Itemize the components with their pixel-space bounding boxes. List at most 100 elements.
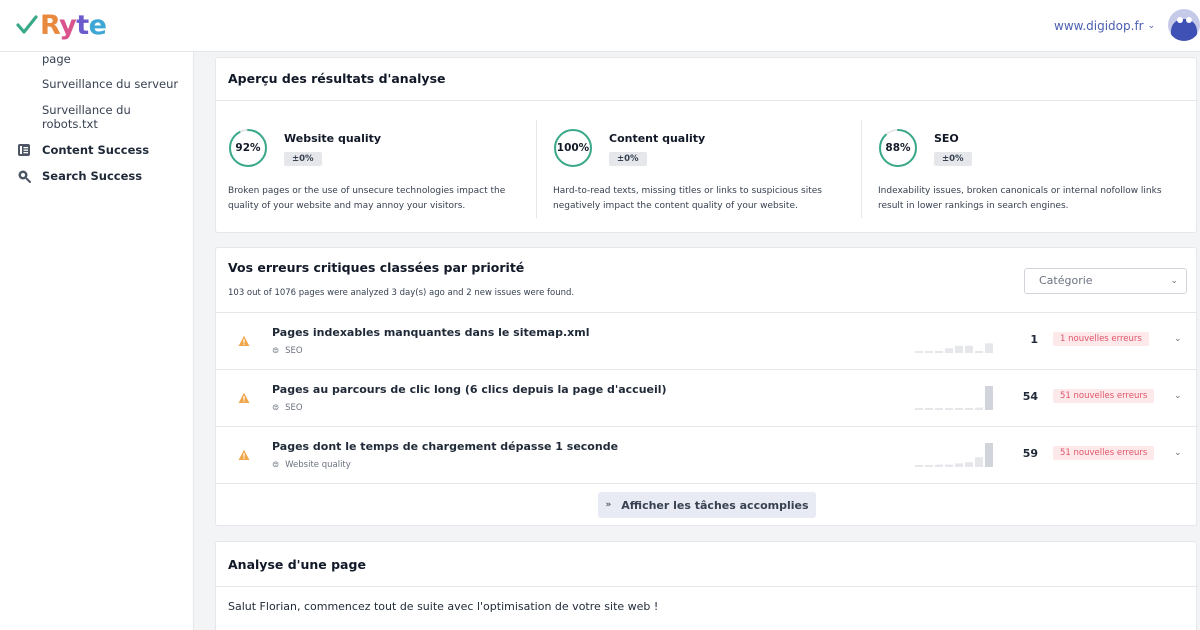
website-selector[interactable]: www.digidop.fr ⌄ [1054, 19, 1155, 33]
sparkline-bar [965, 408, 973, 410]
metric-name: Content quality [609, 132, 706, 145]
new-errors-badge: 51 nouvelles erreurs [1053, 446, 1155, 460]
tag-icon: ⊜ [272, 346, 280, 356]
sparkline-bar [965, 345, 973, 353]
sparkline-bar [935, 351, 943, 353]
card-title: Analyse d'une page [228, 557, 366, 572]
sparkline-bar [935, 408, 943, 410]
metric-value: 100% [556, 142, 590, 154]
metric-content-quality[interactable]: 100% Content quality ±0% Hard-to-read te… [541, 58, 866, 234]
top-bar: Ryte www.digidop.fr ⌄ [0, 0, 1200, 52]
sidebar-item-search-success[interactable]: Search Success [16, 168, 142, 184]
error-tag-label: SEO [285, 403, 303, 413]
content-icon [16, 142, 32, 158]
chevron-down-icon[interactable]: ⌄ [1174, 448, 1182, 458]
sparkline-bar [915, 408, 923, 410]
error-tag: ⊜ SEO [272, 346, 303, 356]
sparkline-bar [915, 465, 923, 467]
sparkline-bar [975, 457, 983, 467]
sparkline-bar [915, 351, 923, 353]
website-selector-label: www.digidop.fr [1054, 19, 1144, 33]
show-completed-tasks-label: Afficher les tâches accomplies [621, 498, 809, 512]
show-completed-tasks-button[interactable]: » Afficher les tâches accomplies [598, 492, 816, 518]
welcome-message: Salut Florian, commencez tout de suite a… [228, 600, 659, 613]
card-title: Vos erreurs critiques classées par prior… [228, 260, 525, 275]
metric-website-quality[interactable]: 92% Website quality ±0% Broken pages or … [216, 58, 541, 234]
sidebar: page Surveillance du serveur Surveillanc… [0, 52, 194, 630]
error-count: 54 [1022, 390, 1038, 403]
trend-sparkline [915, 386, 993, 410]
metric-seo[interactable]: 88% SEO ±0% Indexability issues, broken … [866, 58, 1191, 234]
sparkline-bar [965, 462, 973, 467]
analysis-summary-text: 103 out of 1076 pages were analyzed 3 da… [228, 288, 575, 298]
sparkline-bar [955, 408, 963, 410]
page-analysis-card: Analyse d'une page Salut Florian, commen… [215, 541, 1197, 630]
error-tag-label: Website quality [285, 460, 351, 470]
sidebar-item-content-success[interactable]: Content Success [16, 142, 149, 158]
metric-value: 88% [885, 142, 911, 154]
logo-wordmark: Ryte [40, 9, 107, 41]
sparkline-bar [945, 464, 953, 467]
chevron-down-icon: ⌄ [1170, 276, 1178, 286]
sparkline-bar [935, 464, 943, 467]
sidebar-item-server-monitoring[interactable]: Surveillance du serveur [42, 77, 178, 91]
sidebar-item-robots-monitoring[interactable]: Surveillance du robots.txt [42, 103, 152, 131]
error-tag: ⊜ Website quality [272, 460, 351, 470]
metric-value: 92% [235, 142, 261, 154]
sparkline-bar [985, 343, 993, 353]
sparkline-bar [945, 408, 953, 410]
sparkline-bar [925, 351, 933, 353]
warning-icon [238, 335, 250, 346]
metric-description: Indexability issues, broken canonicals o… [878, 186, 1162, 211]
tag-icon: ⊜ [272, 403, 280, 413]
error-title: Pages au parcours de clic long (6 clics … [272, 383, 667, 396]
user-avatar[interactable] [1168, 9, 1200, 41]
metric-delta-badge: ±0% [284, 152, 322, 166]
checkmark-logo-icon [16, 15, 38, 34]
sparkline-bar [985, 443, 993, 467]
warning-icon [238, 449, 250, 460]
metric-name: SEO [934, 132, 959, 145]
error-tag: ⊜ SEO [272, 403, 303, 413]
chevron-down-icon: ⌄ [1147, 21, 1156, 31]
metric-description: Hard-to-read texts, missing titles or li… [553, 186, 822, 211]
metric-delta-badge: ±0% [609, 152, 647, 166]
ryte-logo[interactable]: Ryte [16, 9, 107, 41]
chevron-down-icon[interactable]: ⌄ [1174, 334, 1182, 344]
metric-name: Website quality [284, 132, 382, 145]
error-row[interactable]: Pages au parcours de clic long (6 clics … [216, 369, 1196, 426]
chevron-down-icon[interactable]: ⌄ [1174, 391, 1182, 401]
analysis-overview-card: Aperçu des résultats d'analyse 92% Websi… [215, 57, 1197, 233]
sparkline-bar [975, 351, 983, 353]
category-select[interactable]: Catégorie ⌄ [1024, 268, 1187, 294]
search-icon [16, 168, 32, 184]
tag-icon: ⊜ [272, 460, 280, 470]
error-count: 59 [1022, 447, 1038, 460]
sidebar-item-label: Content Success [42, 143, 150, 157]
metric-description: Broken pages or the use of unsecure tech… [228, 186, 506, 211]
sparkline-bar [925, 408, 933, 410]
sparkline-bar [925, 465, 933, 467]
error-row[interactable]: Pages indexables manquantes dans le site… [216, 312, 1196, 369]
error-title: Pages dont le temps de chargement dépass… [272, 440, 619, 453]
error-row[interactable]: Pages dont le temps de chargement dépass… [216, 426, 1196, 483]
sidebar-item-label: Search Success [42, 169, 143, 183]
warning-icon [238, 392, 250, 403]
sparkline-bar [955, 345, 963, 353]
new-errors-badge: 51 nouvelles erreurs [1053, 389, 1155, 403]
sparkline-bar [985, 386, 993, 410]
new-errors-badge: 1 nouvelles erreurs [1053, 332, 1149, 346]
trend-sparkline [915, 343, 993, 353]
error-title: Pages indexables manquantes dans le site… [272, 326, 590, 339]
sparkline-bar [955, 463, 963, 467]
error-tag-label: SEO [285, 346, 303, 356]
sparkline-bar [975, 407, 983, 410]
sparkline-bar [945, 348, 953, 353]
critical-errors-card: Vos erreurs critiques classées par prior… [215, 247, 1197, 526]
double-chevron-down-icon: » [605, 500, 612, 510]
sidebar-item-page[interactable]: page [42, 52, 71, 66]
metric-delta-badge: ±0% [934, 152, 972, 166]
error-count: 1 [1030, 333, 1038, 346]
category-select-placeholder: Catégorie [1039, 274, 1093, 287]
trend-sparkline [915, 443, 993, 467]
